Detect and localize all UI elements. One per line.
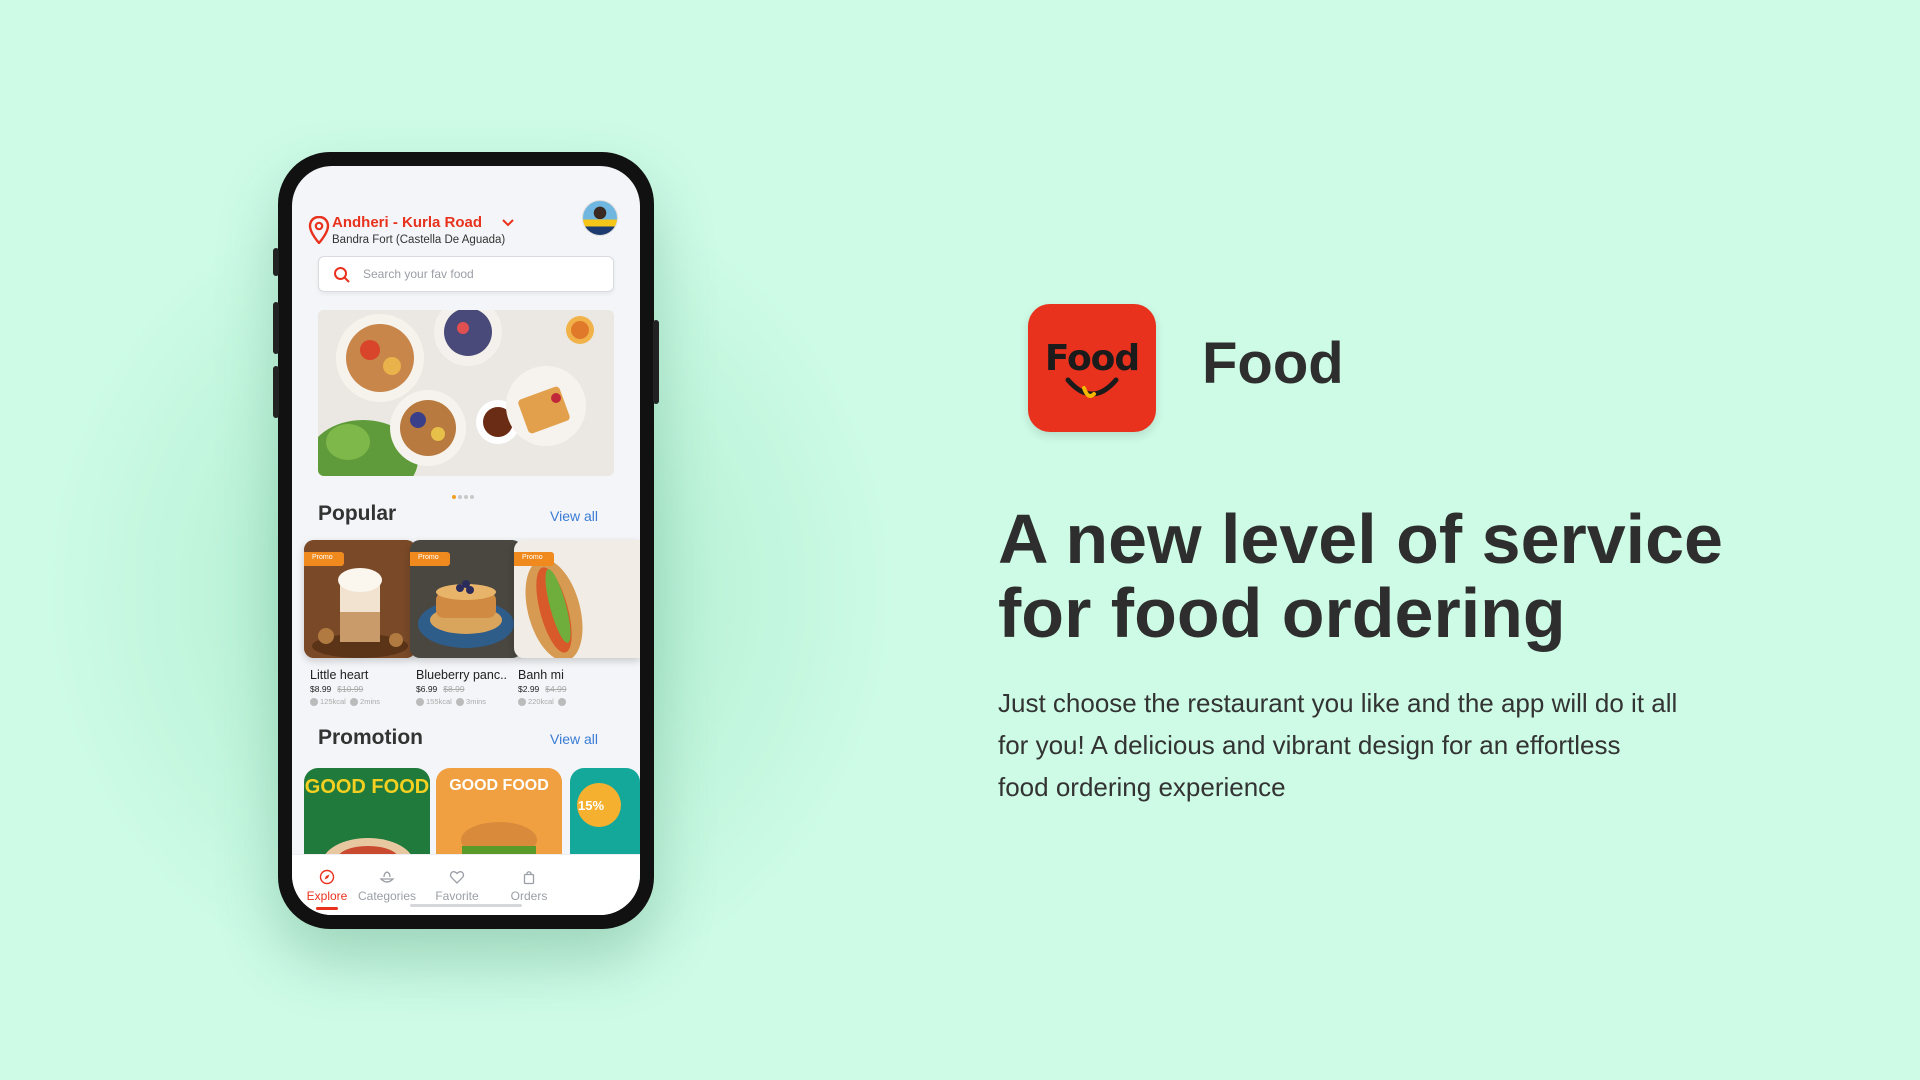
item-kcal: 125kcal	[320, 697, 346, 706]
phone-mockup: Andheri - Kurla Road Bandra Fort (Castel…	[273, 152, 659, 929]
popular-section-title: Popular	[318, 502, 397, 525]
avatar[interactable]	[582, 200, 618, 236]
promo-badge: Promo	[410, 552, 450, 566]
popular-item-card[interactable]: Promo	[514, 540, 640, 658]
promotion-card-text: GOOD FOOD	[449, 777, 549, 794]
carousel-dots[interactable]	[452, 486, 492, 499]
leaf-icon	[310, 698, 318, 707]
leaf-icon	[416, 698, 424, 707]
popular-item-card[interactable]: Promo	[304, 540, 416, 658]
location-subtitle: Bandra Fort (Castella De Aguada)	[332, 234, 506, 246]
promo-badge: Promo	[514, 552, 554, 566]
heart-icon	[449, 871, 465, 884]
carousel-dot[interactable]	[458, 495, 462, 499]
shopping-bag-icon	[523, 871, 535, 885]
old-price: $4.99	[545, 684, 567, 694]
carousel-dot[interactable]	[452, 495, 456, 499]
promo-badge: Promo	[304, 552, 344, 566]
phone-volume-up	[273, 302, 279, 354]
item-kcal: 155kcal	[426, 697, 452, 706]
app-name: Food	[1202, 331, 1344, 396]
search-icon	[334, 267, 350, 283]
item-kcal: 220kcal	[528, 697, 554, 706]
tab-categories-label: Categories	[357, 889, 417, 903]
item-meta: 155kcal 3mins	[416, 697, 487, 707]
breakfast-table-image	[318, 310, 614, 476]
current-price: $2.99	[518, 684, 540, 694]
app-screen: Andheri - Kurla Road Bandra Fort (Castel…	[292, 166, 640, 915]
clock-icon	[350, 698, 359, 707]
home-indicator	[410, 904, 522, 907]
promotion-view-all-link[interactable]: View all	[550, 731, 598, 747]
current-price: $6.99	[416, 684, 438, 694]
popular-view-all-link[interactable]: View all	[550, 508, 598, 524]
promotion-discount-text: 15%	[577, 798, 605, 813]
location-title: Andheri - Kurla Road	[332, 214, 483, 231]
item-price: $8.99 $10.99	[310, 684, 363, 694]
carousel-dot[interactable]	[464, 495, 468, 499]
location-selector[interactable]: Andheri - Kurla Road Bandra Fort (Castel…	[308, 214, 628, 258]
app-logo-text: Food	[1044, 338, 1140, 379]
search-input[interactable]: Search your fav food	[318, 256, 614, 292]
item-meta: 125kcal 2mins	[310, 697, 381, 707]
clock-icon	[558, 698, 567, 707]
item-name: Blueberry panc..	[416, 668, 508, 682]
popular-item-card[interactable]: Promo	[410, 540, 522, 658]
item-name: Little heart	[310, 668, 369, 682]
old-price: $8.99	[443, 684, 465, 694]
phone-mute-switch	[273, 248, 279, 276]
carousel-dot[interactable]	[470, 495, 474, 499]
item-name: Banh mi	[518, 668, 564, 682]
item-meta: 220kcal	[518, 697, 568, 707]
app-logo: Food	[1028, 304, 1156, 432]
location-pin-icon	[308, 216, 330, 244]
item-time: 2mins	[360, 697, 381, 706]
promotion-section-title: Promotion	[318, 726, 423, 749]
promotion-card-text: GOOD FOOD	[304, 776, 430, 798]
leaf-icon	[518, 698, 526, 707]
phone-power-button	[653, 320, 659, 404]
item-price: $6.99 $8.99	[416, 684, 465, 694]
current-price: $8.99	[310, 684, 332, 694]
smile-fork-icon	[1065, 377, 1119, 398]
compass-icon	[319, 869, 335, 885]
phone-volume-down	[273, 366, 279, 418]
tab-favorite-label: Favorite	[435, 889, 479, 903]
item-price: $2.99 $4.99	[518, 684, 567, 694]
old-price: $10.99	[337, 684, 364, 694]
item-time: 3mins	[466, 697, 487, 706]
chevron-down-icon[interactable]	[502, 218, 514, 228]
clock-icon	[456, 698, 465, 707]
description: Just choose the restaurant you like and …	[998, 688, 1678, 802]
search-placeholder: Search your fav food	[363, 267, 474, 281]
headline: A new level of service for food ordering	[998, 500, 1723, 652]
active-tab-indicator	[316, 907, 338, 910]
hero-banner-image[interactable]	[318, 310, 614, 476]
food-dish-icon	[379, 871, 395, 883]
tab-orders-label: Orders	[510, 889, 548, 903]
